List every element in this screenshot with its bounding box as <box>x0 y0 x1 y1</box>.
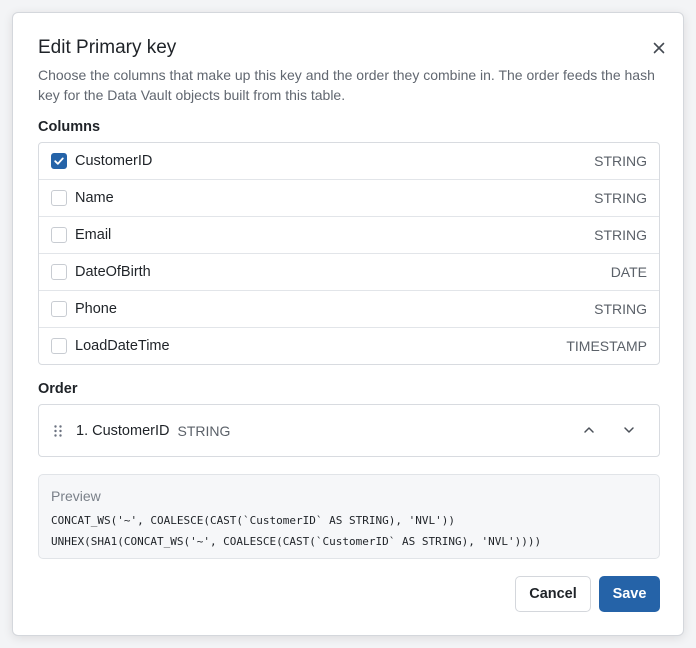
column-row-dateofbirth[interactable]: DateOfBirth DATE <box>39 254 659 291</box>
preview-code-line: CONCAT_WS('~', COALESCE(CAST(`CustomerID… <box>51 514 455 527</box>
column-checkbox[interactable] <box>51 264 67 280</box>
column-row-customerid[interactable]: CustomerID STRING <box>39 143 659 180</box>
close-button[interactable] <box>651 40 667 56</box>
drag-handle-icon[interactable] <box>53 424 63 438</box>
column-name: Email <box>75 227 112 243</box>
column-type: STRING <box>594 227 647 243</box>
close-icon <box>653 42 665 54</box>
preview-code-line: UNHEX(SHA1(CONCAT_WS('~', COALESCE(CAST(… <box>51 535 542 548</box>
column-checkbox[interactable] <box>51 338 67 354</box>
order-item-name: 1. CustomerID <box>76 422 170 439</box>
column-checkbox[interactable] <box>51 227 67 243</box>
columns-label: Columns <box>38 119 101 135</box>
column-checkbox[interactable] <box>51 190 67 206</box>
column-type: TIMESTAMP <box>566 338 647 354</box>
column-checkbox[interactable] <box>51 153 67 169</box>
column-name: CustomerID <box>75 153 153 169</box>
column-row-name[interactable]: Name STRING <box>39 180 659 217</box>
column-checkbox[interactable] <box>51 301 67 317</box>
column-name: Phone <box>75 301 117 317</box>
column-row-phone[interactable]: Phone STRING <box>39 291 659 328</box>
dialog-description: Choose the columns that make up this key… <box>38 67 655 103</box>
column-type: DATE <box>610 264 647 280</box>
order-item-type: STRING <box>177 422 231 439</box>
chevron-down-icon <box>624 427 634 433</box>
column-row-email[interactable]: Email STRING <box>39 217 659 254</box>
cancel-button[interactable]: Cancel <box>515 576 591 612</box>
dialog-title: Edit Primary key <box>38 37 177 58</box>
column-name: Name <box>75 190 114 206</box>
save-button[interactable]: Save <box>599 576 660 612</box>
preview-panel: Preview CONCAT_WS('~', COALESCE(CAST(`Cu… <box>38 474 660 559</box>
check-icon <box>54 157 64 165</box>
edit-primary-key-dialog: Edit Primary key Choose the columns that… <box>12 12 684 636</box>
order-label: Order <box>38 381 78 397</box>
move-up-button[interactable] <box>581 422 597 438</box>
column-type: STRING <box>594 301 647 317</box>
move-down-button[interactable] <box>621 422 637 438</box>
column-name: DateOfBirth <box>75 264 151 280</box>
column-row-loaddatetime[interactable]: LoadDateTime TIMESTAMP <box>39 328 659 364</box>
chevron-up-icon <box>584 427 594 433</box>
column-type: STRING <box>594 190 647 206</box>
column-type: STRING <box>594 153 647 169</box>
order-item: 1. CustomerID STRING <box>38 404 660 457</box>
column-name: LoadDateTime <box>75 338 170 354</box>
columns-list: CustomerID STRING Name STRING Email STRI… <box>38 142 660 365</box>
preview-label: Preview <box>51 488 101 504</box>
